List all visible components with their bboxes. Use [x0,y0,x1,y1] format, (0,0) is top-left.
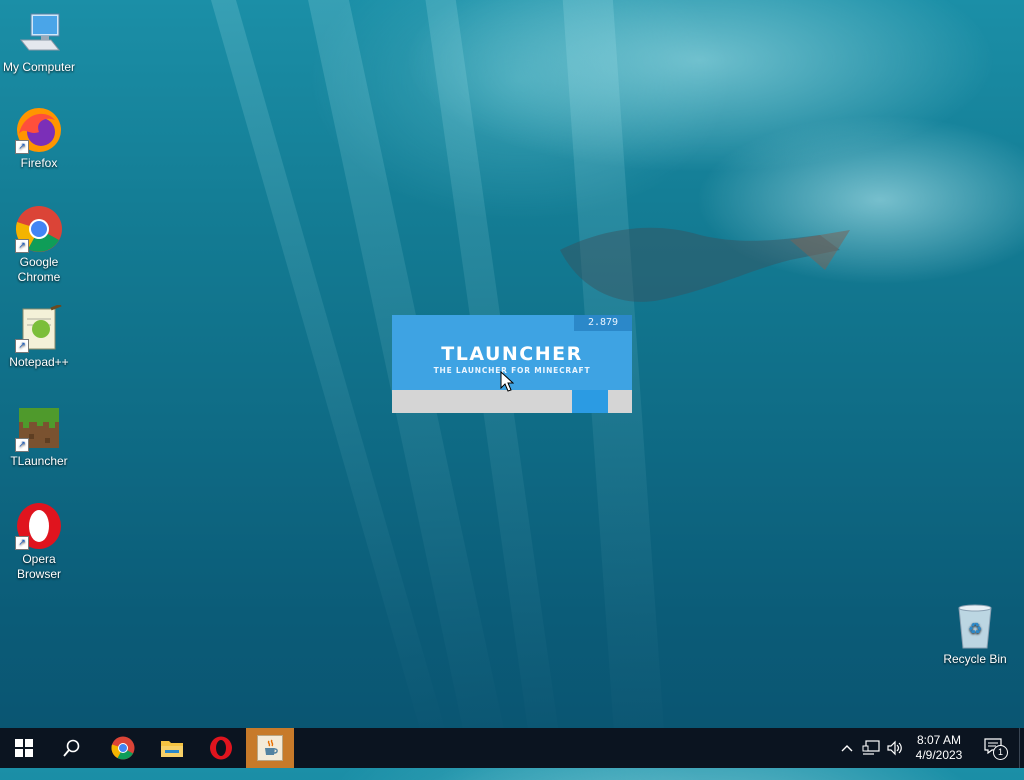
folder-icon [161,741,183,757]
shortcut-arrow-icon: ↗ [15,239,29,253]
desktop-icon-label: My Computer [2,60,76,74]
clock-date: 4/9/2023 [915,748,963,762]
show-hidden-icons-button[interactable] [838,728,856,768]
firefox-icon: ↗ [15,106,63,154]
action-center-button[interactable]: 1 [976,728,1012,768]
desktop-icon-my-computer[interactable]: My Computer [0,10,78,75]
taskbar-file-explorer[interactable] [148,728,196,768]
search-button[interactable] [48,728,96,768]
taskbar: 8:07 AM 4/9/2023 1 [0,728,1024,768]
shortcut-arrow-icon: ↗ [15,339,29,353]
shortcut-arrow-icon: ↗ [15,438,29,452]
notepadpp-icon: ↗ [15,303,63,353]
clock-time: 8:07 AM [916,733,962,747]
mouse-cursor-icon [500,371,514,392]
network-tray-button[interactable] [860,728,882,768]
speaker-icon [887,740,902,756]
desktop-icon-label: Recycle Bin [943,652,1007,666]
desktop-icon-label: Notepad++ [9,355,69,369]
desktop-icon-label: Firefox [20,156,58,170]
shortcut-arrow-icon: ↗ [15,536,29,550]
version-label: 2.879 [574,315,632,331]
opera-icon: ↗ [15,502,63,550]
loading-progress-bar [392,390,632,413]
network-icon [862,740,880,755]
recycle-bin-icon: ♻ [951,602,999,650]
svg-text:♻: ♻ [968,619,982,638]
search-icon [63,739,80,757]
opera-icon [210,736,232,760]
tlauncher-logo: TLAUNCHER [441,343,583,365]
desktop-icon-google-chrome[interactable]: ↗ Google Chrome [0,205,78,285]
notification-count-badge: 1 [993,745,1008,760]
computer-icon [15,10,63,58]
desktop-icon-notepadpp[interactable]: ↗ Notepad++ [0,303,78,370]
desktop-icon-tlauncher[interactable]: ↗ TLauncher [0,404,78,469]
shortcut-arrow-icon: ↗ [15,140,29,154]
progress-indicator [572,390,608,413]
clock-button[interactable]: 8:07 AM 4/9/2023 [906,728,972,768]
taskbar-java[interactable] [246,728,294,768]
desktop-icon-opera[interactable]: ↗ Opera Browser [0,502,78,582]
start-button[interactable] [0,728,48,768]
desktop-icon-label: Google Chrome [17,255,61,284]
chrome-icon [111,736,135,760]
desktop-icon-recycle-bin[interactable]: ♻ Recycle Bin [936,602,1014,667]
chrome-icon: ↗ [15,205,63,253]
minecraft-grass-block-icon: ↗ [15,404,63,452]
volume-tray-button[interactable] [884,728,906,768]
windows-logo-icon [15,739,33,757]
desktop-icon-label: TLauncher [10,454,68,468]
taskbar-opera[interactable] [197,728,245,768]
desktop-icon-label: Opera Browser [16,552,61,581]
chevron-up-icon [841,745,853,752]
tlauncher-splash-window: 2.879 TLAUNCHER THE LAUNCHER FOR MINECRA… [392,315,632,413]
taskbar-chrome[interactable] [99,728,147,768]
desktop-icon-firefox[interactable]: ↗ Firefox [0,106,78,171]
show-desktop-button[interactable] [1019,728,1024,768]
java-icon [257,735,283,761]
